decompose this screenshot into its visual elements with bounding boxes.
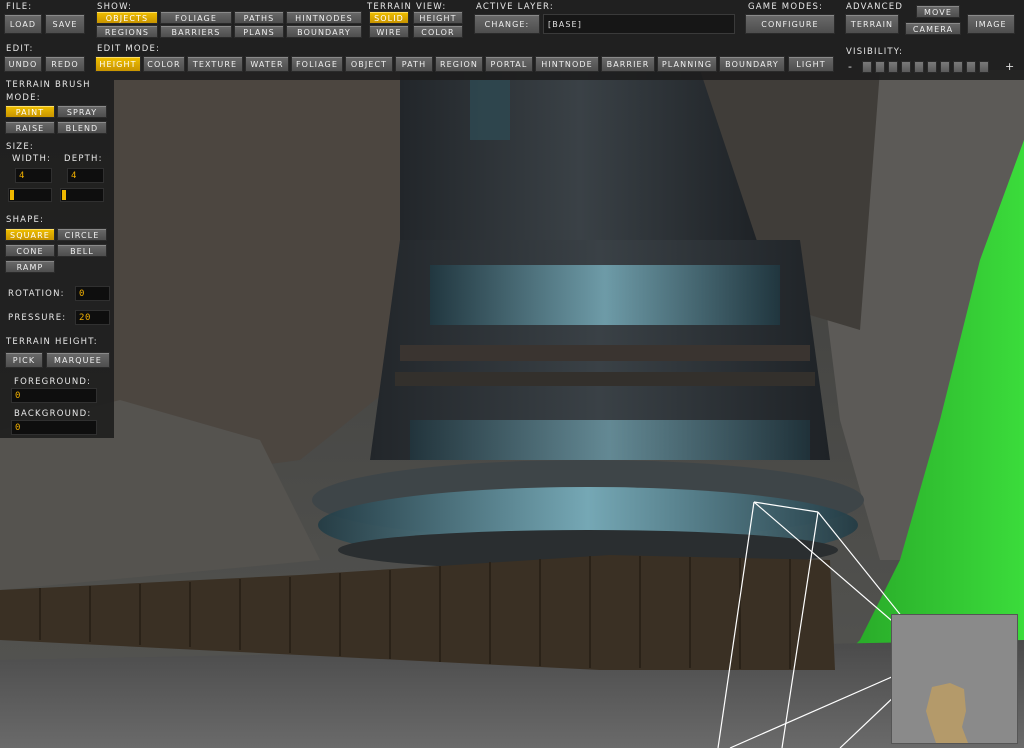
show-foliage-button[interactable]: FOLIAGE xyxy=(160,11,232,24)
terrain-view-wire-button[interactable]: WIRE xyxy=(369,25,409,38)
load-button[interactable]: LOAD xyxy=(4,14,42,34)
minimap-terrain xyxy=(926,683,968,743)
pressure-input[interactable]: 20 xyxy=(75,310,110,325)
3d-viewport[interactable] xyxy=(0,0,1024,748)
visibility-segment[interactable] xyxy=(888,61,898,73)
size-label: SIZE: xyxy=(6,142,34,152)
camera-button[interactable]: CAMERA xyxy=(905,22,961,35)
top-toolbar: FILE: LOAD SAVE SHOW: OBJECTS FOLIAGE PA… xyxy=(0,0,1024,80)
terrain-view-height-button[interactable]: HEIGHT xyxy=(413,11,463,24)
visibility-segment[interactable] xyxy=(901,61,911,73)
advanced-label: ADVANCED xyxy=(846,2,904,12)
terrain-view-color-button[interactable]: COLOR xyxy=(413,25,463,38)
terrain-view-solid-button[interactable]: SOLID xyxy=(369,11,409,24)
change-layer-button[interactable]: CHANGE: xyxy=(474,14,540,34)
edit-mode-color-button[interactable]: COLOR xyxy=(143,56,185,72)
undo-button[interactable]: UNDO xyxy=(4,56,42,72)
depth-label: DEPTH: xyxy=(64,154,103,164)
visibility-segment[interactable] xyxy=(953,61,963,73)
show-plans-button[interactable]: PLANS xyxy=(234,25,284,38)
visibility-segment[interactable] xyxy=(979,61,989,73)
visibility-segment[interactable] xyxy=(940,61,950,73)
shape-cone-button[interactable]: CONE xyxy=(5,244,55,257)
file-label: FILE: xyxy=(6,2,33,12)
edit-mode-foliage-button[interactable]: FOLIAGE xyxy=(291,56,343,72)
visibility-segment[interactable] xyxy=(966,61,976,73)
edit-mode-height-button[interactable]: HEIGHT xyxy=(95,56,141,72)
show-objects-button[interactable]: OBJECTS xyxy=(96,11,158,24)
edit-mode-planning-button[interactable]: PLANNING xyxy=(657,56,717,72)
marquee-button[interactable]: MARQUEE xyxy=(46,352,110,368)
show-barriers-button[interactable]: BARRIERS xyxy=(160,25,232,38)
edit-label: EDIT: xyxy=(6,44,34,54)
visibility-segment[interactable] xyxy=(914,61,924,73)
configure-button[interactable]: CONFIGURE xyxy=(745,14,835,34)
terrain-brush-panel: TERRAIN BRUSH MODE: PAINT SPRAY RAISE BL… xyxy=(0,80,114,438)
mode-raise-button[interactable]: RAISE xyxy=(5,121,55,134)
edit-mode-label: EDIT MODE: xyxy=(97,44,161,54)
shape-bell-button[interactable]: BELL xyxy=(57,244,107,257)
background-input[interactable]: 0 xyxy=(11,420,97,435)
move-button[interactable]: MOVE xyxy=(916,5,960,18)
edit-mode-boundary-button[interactable]: BOUNDARY xyxy=(719,56,785,72)
shape-ramp-button[interactable]: RAMP xyxy=(5,260,55,273)
pressure-label: PRESSURE: xyxy=(8,313,67,323)
active-layer-field[interactable]: [BASE] xyxy=(543,14,735,34)
minimap[interactable] xyxy=(891,614,1018,744)
depth-input[interactable]: 4 xyxy=(67,168,104,183)
edit-mode-texture-button[interactable]: TEXTURE xyxy=(187,56,243,72)
mode-paint-button[interactable]: PAINT xyxy=(5,105,55,118)
save-button[interactable]: SAVE xyxy=(45,14,85,34)
edit-mode-hintnode-button[interactable]: HINTNODE xyxy=(535,56,599,72)
width-slider[interactable] xyxy=(8,188,52,202)
visibility-increase-button[interactable]: + xyxy=(1005,60,1015,73)
shape-label: SHAPE: xyxy=(6,215,45,225)
scene-render xyxy=(0,0,1024,748)
background-label: BACKGROUND: xyxy=(14,409,92,419)
terrain-brush-title: TERRAIN BRUSH xyxy=(6,80,91,90)
game-modes-label: GAME MODES: xyxy=(748,2,824,12)
visibility-segment[interactable] xyxy=(862,61,872,73)
width-input[interactable]: 4 xyxy=(15,168,52,183)
width-label: WIDTH: xyxy=(12,154,52,164)
foreground-input[interactable]: 0 xyxy=(11,388,97,403)
show-regions-button[interactable]: REGIONS xyxy=(96,25,158,38)
visibility-label: VISIBILITY: xyxy=(846,47,904,57)
pick-button[interactable]: PICK xyxy=(5,352,43,368)
visibility-decrease-button[interactable]: - xyxy=(848,60,853,73)
show-hintnodes-button[interactable]: HINTNODES xyxy=(286,11,362,24)
image-button[interactable]: IMAGE xyxy=(967,14,1015,34)
edit-mode-region-button[interactable]: REGION xyxy=(435,56,483,72)
mode-spray-button[interactable]: SPRAY xyxy=(57,105,107,118)
active-layer-label: ACTIVE LAYER: xyxy=(476,2,554,12)
shape-square-button[interactable]: SQUARE xyxy=(5,228,55,241)
rotation-label: ROTATION: xyxy=(8,289,65,299)
depth-slider-thumb[interactable] xyxy=(62,190,66,200)
redo-button[interactable]: REDO xyxy=(45,56,85,72)
mode-blend-button[interactable]: BLEND xyxy=(57,121,107,134)
visibility-segment[interactable] xyxy=(927,61,937,73)
edit-mode-path-button[interactable]: PATH xyxy=(395,56,433,72)
edit-mode-light-button[interactable]: LIGHT xyxy=(788,56,834,72)
edit-mode-barrier-button[interactable]: BARRIER xyxy=(601,56,655,72)
terrain-height-label: TERRAIN HEIGHT: xyxy=(6,337,98,347)
depth-slider[interactable] xyxy=(60,188,104,202)
show-paths-button[interactable]: PATHS xyxy=(234,11,284,24)
show-boundary-button[interactable]: BOUNDARY xyxy=(286,25,362,38)
shape-circle-button[interactable]: CIRCLE xyxy=(57,228,107,241)
edit-mode-portal-button[interactable]: PORTAL xyxy=(485,56,533,72)
width-slider-thumb[interactable] xyxy=(10,190,14,200)
rotation-input[interactable]: 0 xyxy=(75,286,110,301)
foreground-label: FOREGROUND: xyxy=(14,377,92,387)
edit-mode-object-button[interactable]: OBJECT xyxy=(345,56,393,72)
terrain-button[interactable]: TERRAIN xyxy=(845,14,899,34)
mode-label: MODE: xyxy=(6,93,41,103)
edit-mode-water-button[interactable]: WATER xyxy=(245,56,289,72)
visibility-segment[interactable] xyxy=(875,61,885,73)
